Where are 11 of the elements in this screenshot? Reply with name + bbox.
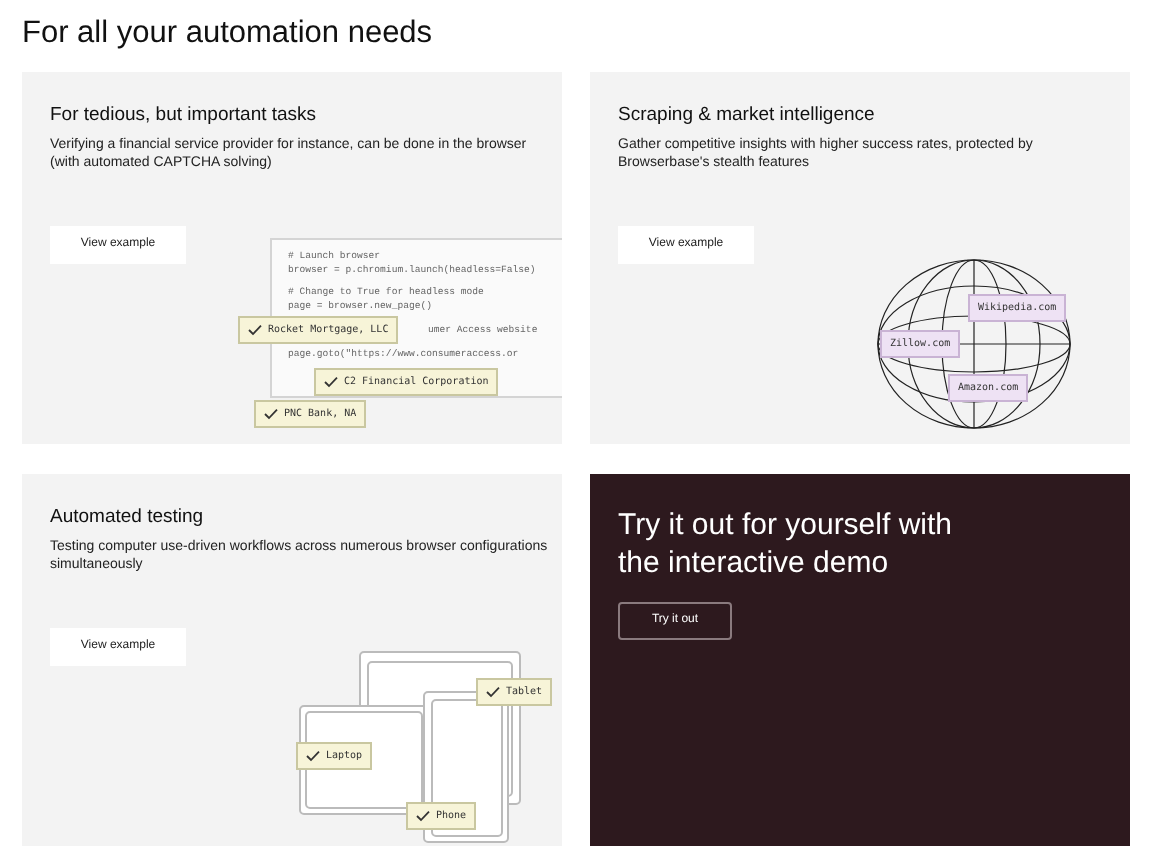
check-icon [416, 810, 430, 822]
check-icon [324, 376, 338, 388]
card-title: For tedious, but important tasks [50, 104, 319, 128]
check-icon [306, 750, 320, 762]
check-icon [264, 408, 278, 420]
demo-title: Try it out for yourself with the interactive demo [618, 506, 954, 582]
check-icon [486, 686, 500, 698]
page-heading: For all your automation needs [22, 14, 435, 54]
card-title: Scraping & market intelligence [618, 104, 877, 128]
card-title: Automated testing [50, 506, 206, 530]
check-icon [248, 324, 262, 336]
